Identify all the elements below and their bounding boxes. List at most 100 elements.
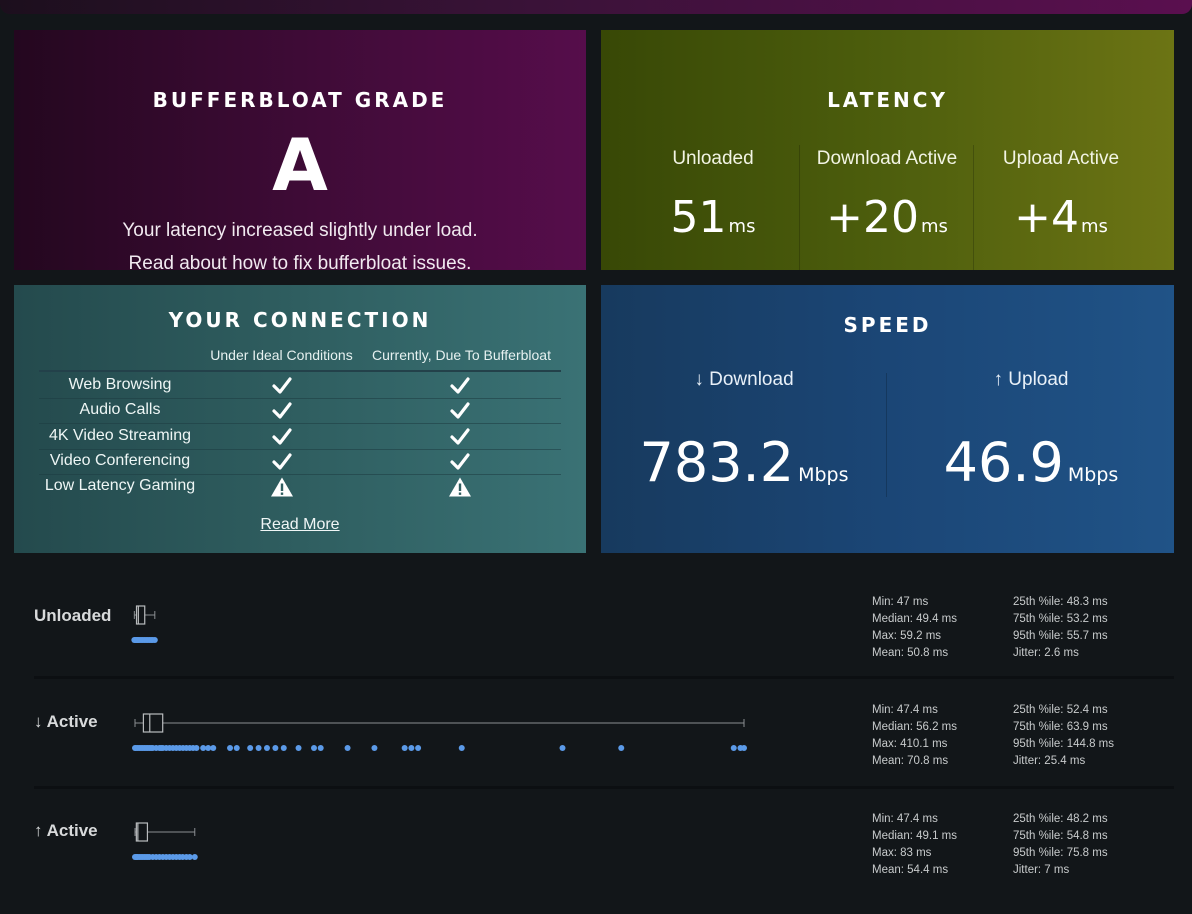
iqr-box [135,605,146,625]
data-point [210,745,217,751]
latency-upload-number: +4 [1014,192,1079,243]
data-point [618,745,625,751]
upload-speed: ↑ Upload 46.9 Mbps [888,369,1174,494]
connection-row-label: Web Browsing [68,376,172,393]
data-point [280,745,287,751]
checkmark-icon [448,400,472,422]
connection-row: Audio Calls [39,398,561,423]
latency-unloaded: Unloaded 51 ms [626,142,800,270]
stat-p95: 95th %ile: 144.8 ms [1013,738,1115,750]
latency-upload-value: +4 ms [974,192,1148,243]
connection-row: Web Browsing [39,373,561,398]
stat-min: Min: 47 ms [872,596,929,608]
stats-left: Min: 47.4 ms Median: 49.1 ms Max: 83 ms … [872,811,957,879]
data-point [730,745,737,751]
download-label: ↓ Download [694,369,794,390]
boxplot-row-upload-active: ↑ Active Min: 47.4 ms Median: 49.1 ms Ma… [14,796,1174,904]
data-point [263,745,270,751]
fix-bufferbloat-link[interactable]: how to fix bufferbloat issues. [232,253,471,270]
stat-p75: 75th %ile: 63.9 ms [1013,721,1108,733]
latency-unit: ms [728,216,756,237]
bufferbloat-grade-card: BUFFERBLOAT GRADE A Your latency increas… [14,30,586,270]
read-more-link[interactable]: Read More [14,516,586,534]
latency-unloaded-label: Unloaded [672,148,754,169]
boxplot-upload-chart [132,822,198,860]
data-point [415,745,422,751]
speed-divider [886,373,887,497]
latency-upload-active: Upload Active +4 ms [974,142,1148,270]
row-separator [34,786,1174,789]
data-point [317,745,324,751]
stat-max: Max: 410.1 ms [872,738,948,750]
latency-unit: ms [920,216,948,237]
checkmark-icon [270,451,294,473]
latency-download-number: +20 [826,192,919,243]
stat-min: Min: 47.4 ms [872,813,938,825]
top-bar [0,0,1192,14]
upload-number: 46.9 [943,431,1064,494]
stat-mean: Mean: 50.8 ms [872,647,949,659]
grade-letter: A [272,123,328,207]
speed-unit: Mbps [1067,464,1119,486]
data-point [559,745,566,751]
connection-row: 4K Video Streaming [39,424,561,449]
stats-right: 25th %ile: 52.4 ms 75th %ile: 63.9 ms 95… [1013,702,1114,770]
latency-upload-label: Upload Active [1002,148,1120,169]
speed-card: SPEED ↓ Download 783.2 Mbps ↑ Upload 46.9… [601,285,1174,553]
data-point [191,854,198,860]
stat-p75: 75th %ile: 53.2 ms [1013,613,1108,625]
grade-read-prefix: Read about [128,253,233,270]
checkmark-icon [270,375,294,397]
data-point [272,745,279,751]
latency-download-value: +20 ms [800,192,974,243]
data-point [741,745,747,751]
ideal-conditions-header: Under Ideal Conditions [210,347,353,363]
stat-p25: 25th %ile: 52.4 ms [1013,704,1108,716]
connection-row-label: 4K Video Streaming [48,426,191,444]
data-point [295,745,302,751]
data-point [247,745,254,751]
stat-mean: Mean: 70.8 ms [872,755,949,767]
latency-unloaded-number: 51 [670,192,727,243]
latency-download-active: Download Active +20 ms [800,142,974,270]
stats-right: 25th %ile: 48.2 ms 75th %ile: 54.8 ms 95… [1013,811,1108,879]
data-point [310,745,317,751]
stat-jitter: Jitter: 2.6 ms [1013,647,1079,659]
checkmark-icon [448,375,472,397]
data-point [233,745,240,751]
stat-mean: Mean: 54.4 ms [872,864,949,876]
stat-median: Median: 49.4 ms [872,613,958,625]
connection-title: YOUR CONNECTION [168,308,432,332]
stats-right: 25th %ile: 48.3 ms 75th %ile: 53.2 ms 95… [1013,594,1108,662]
stats-left: Min: 47 ms Median: 49.4 ms Max: 59.2 ms … [872,594,957,662]
stat-p75: 75th %ile: 54.8 ms [1013,830,1108,842]
stat-median: Median: 56.2 ms [872,721,958,733]
latency-download-label: Download Active [816,148,958,169]
stat-jitter: Jitter: 25.4 ms [1013,755,1086,767]
stat-p25: 25th %ile: 48.3 ms [1013,596,1108,608]
data-point [151,637,158,643]
latency-card: LATENCY Unloaded 51 ms Download Active +2… [601,30,1174,270]
checkmark-icon [270,400,294,422]
stat-p25: 25th %ile: 48.2 ms [1013,813,1108,825]
stat-p95: 95th %ile: 75.8 ms [1013,847,1108,859]
connection-row-label: Audio Calls [79,401,161,419]
data-point [193,745,200,751]
upload-label: ↑ Upload [993,369,1069,390]
header-divider [39,370,561,372]
stats-left: Min: 47.4 ms Median: 56.2 ms Max: 410.1 … [872,702,957,770]
speed-unit: Mbps [798,464,849,486]
latency-unit: ms [1080,216,1108,237]
data-point [371,745,378,751]
upload-value: 46.9 Mbps [888,431,1174,494]
data-point [458,745,465,751]
data-point [344,745,351,751]
current-conditions-header: Currently, Due To Bufferbloat [372,347,551,363]
connection-row: Low Latency Gaming [39,474,561,499]
your-connection-card: YOUR CONNECTION Under Ideal Conditions C… [14,285,586,553]
download-value: 783.2 Mbps [601,431,887,494]
data-point [408,745,415,751]
data-point [227,745,234,751]
checkmark-icon [448,451,472,473]
boxplot-row-unloaded: Unloaded Min: 47 ms Median: 49.4 ms Max:… [14,578,1174,686]
